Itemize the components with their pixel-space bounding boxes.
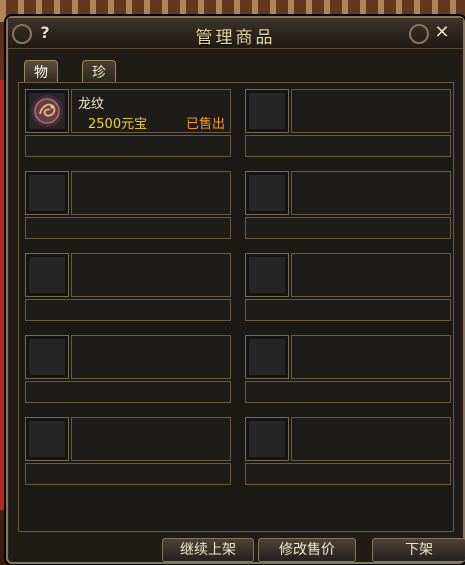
goods-slot[interactable] xyxy=(25,335,231,409)
relist-button[interactable]: 继续上架 xyxy=(162,538,254,562)
item-info xyxy=(291,335,451,379)
item-icon-slot[interactable] xyxy=(245,89,289,133)
goods-slot[interactable] xyxy=(245,417,451,491)
action-bar: 继续上架 修改售价 下架 xyxy=(18,538,465,562)
goods-slot[interactable] xyxy=(245,171,451,245)
manage-goods-window: ? 管理商品 ✕ 物品 珍兽 龙纹 2500元宝 已售出 xyxy=(6,16,465,564)
item-bar xyxy=(245,299,451,321)
item-bar xyxy=(25,299,231,321)
goods-slot[interactable] xyxy=(245,335,451,409)
item-icon-slot[interactable] xyxy=(25,417,69,461)
item-icon-slot[interactable] xyxy=(25,253,69,297)
item-icon-slot[interactable] xyxy=(245,253,289,297)
goods-slot[interactable]: 龙纹 2500元宝 已售出 xyxy=(25,89,231,163)
item-icon-slot[interactable] xyxy=(245,171,289,215)
corner-ornament-icon xyxy=(409,24,429,44)
item-status: 已售出 xyxy=(185,117,225,132)
dragon-emblem-icon xyxy=(31,95,63,127)
goods-grid: 龙纹 2500元宝 已售出 xyxy=(18,82,454,532)
item-bar xyxy=(25,217,231,239)
item-info xyxy=(71,417,231,461)
item-bar xyxy=(245,217,451,239)
item-price: 2500元宝 xyxy=(88,117,148,132)
goods-slot[interactable] xyxy=(25,171,231,245)
goods-slot[interactable] xyxy=(25,253,231,327)
item-info xyxy=(71,253,231,297)
item-info: 龙纹 2500元宝 已售出 xyxy=(71,89,231,133)
item-info xyxy=(291,253,451,297)
window-title: 管理商品 xyxy=(195,28,276,48)
item-bar xyxy=(245,135,451,157)
item-icon-slot[interactable] xyxy=(245,417,289,461)
item-icon-slot[interactable] xyxy=(25,171,69,215)
edit-price-button[interactable]: 修改售价 xyxy=(258,538,356,562)
goods-slot[interactable] xyxy=(25,417,231,491)
item-bar xyxy=(25,135,231,157)
item-info xyxy=(291,417,451,461)
item-icon-slot[interactable] xyxy=(25,335,69,379)
item-info xyxy=(291,89,451,133)
item-bar xyxy=(25,463,231,485)
item-name: 龙纹 xyxy=(78,97,105,112)
goods-slot[interactable] xyxy=(245,253,451,327)
item-info xyxy=(291,171,451,215)
goods-slot[interactable] xyxy=(245,89,451,163)
item-info xyxy=(71,171,231,215)
title-bar[interactable]: ? 管理商品 ✕ xyxy=(8,18,463,49)
remove-listing-button[interactable]: 下架 xyxy=(372,538,465,562)
item-icon-slot[interactable] xyxy=(245,335,289,379)
item-bar xyxy=(245,463,451,485)
item-info xyxy=(71,335,231,379)
item-bar xyxy=(245,381,451,403)
item-icon-slot[interactable] xyxy=(25,89,69,133)
item-bar xyxy=(25,381,231,403)
close-button[interactable]: ✕ xyxy=(431,22,453,44)
